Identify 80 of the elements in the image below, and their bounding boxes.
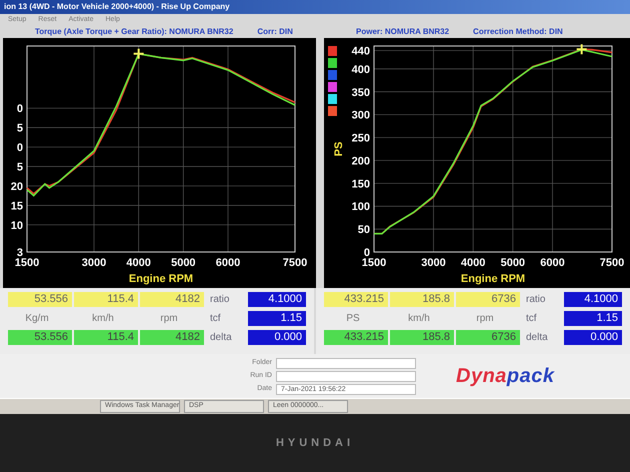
x-tick-label: 5000: [171, 257, 196, 269]
value-readout: 185.8: [390, 330, 454, 345]
parameter-label: tcf: [526, 312, 538, 326]
parameter-value: 1.15: [564, 311, 622, 326]
parameter-value: 4.1000: [248, 292, 306, 307]
chart-header: Power: NOMURA BNR32: [356, 26, 450, 38]
parameter-label: ratio: [526, 293, 546, 307]
y-tick-label: 0: [16, 142, 23, 154]
y-tick-label: 400: [352, 64, 370, 76]
x-tick-label: 4000: [126, 257, 151, 269]
input-field[interactable]: [276, 358, 416, 368]
x-axis-title: Engine RPM: [128, 273, 194, 285]
x-tick-label: 3000: [421, 257, 446, 269]
title-bar: ion 13 (4WD - Motor Vehicle 2000+4000) - Rise Up Company: [0, 0, 630, 14]
brand-logo: Dynapack: [456, 364, 554, 389]
x-tick-label: 6000: [216, 257, 240, 269]
x-tick-label: 5000: [500, 257, 526, 269]
y-tick-label: 10: [10, 220, 23, 232]
parameter-value: 0.000: [564, 330, 622, 345]
parameter-label: delta: [526, 331, 549, 345]
unit-label: km/h: [407, 312, 431, 326]
parameter-label: ratio: [210, 293, 230, 307]
value-readout: 433.215: [324, 330, 388, 345]
y-tick-label: 3: [16, 247, 23, 259]
x-tick-label: 7500: [282, 257, 308, 269]
value-readout: 53.556: [8, 292, 72, 307]
value-readout: 53.556: [8, 330, 72, 345]
y-tick-label: 250: [352, 132, 370, 145]
legend-swatch[interactable]: [328, 106, 337, 116]
value-readout: 433.215: [324, 292, 388, 307]
unit-label: PS: [345, 312, 361, 326]
value-readout: 6736: [456, 292, 520, 307]
y-tick-label: 50: [358, 224, 370, 236]
legend-swatch[interactable]: [328, 46, 337, 56]
value-readout: 115.4: [74, 330, 138, 345]
chart-header: Torque (Axle Torque + Gear Ratio): NOMURA BNR32: [35, 26, 234, 38]
unit-label: rpm: [159, 312, 179, 326]
x-tick-label: 4000: [460, 257, 486, 269]
input-field[interactable]: [276, 370, 416, 382]
y-tick-label: 200: [352, 155, 370, 168]
parameter-value: 1.15: [248, 311, 306, 326]
y-tick-label: 15: [10, 200, 23, 212]
y-tick-label: 0: [364, 247, 370, 259]
legend-swatch[interactable]: [328, 70, 337, 80]
parameter-value: 0.000: [248, 330, 306, 345]
y-tick-label: 350: [352, 86, 370, 99]
legend-swatch[interactable]: [328, 82, 337, 92]
x-tick-label: 1500: [362, 257, 386, 269]
y-tick-label: 20: [10, 180, 23, 193]
y-tick-label: 440: [352, 46, 370, 58]
value-readout: 185.8: [390, 292, 454, 307]
y-tick-label: 5: [16, 162, 23, 174]
x-tick-label: 7500: [600, 257, 624, 269]
parameter-value: 4.1000: [564, 292, 622, 307]
y-tick-label: 300: [352, 110, 370, 122]
unit-label: Kg/m: [24, 312, 50, 326]
parameter-label: tcf: [210, 312, 222, 326]
unit-label: km/h: [91, 312, 115, 326]
legend-swatch[interactable]: [328, 94, 337, 104]
x-tick-label: 1500: [14, 257, 40, 269]
parameter-label: delta: [210, 331, 233, 345]
peak-marker-icon: [132, 48, 145, 60]
y-tick-label: 150: [352, 178, 370, 190]
value-readout: 4182: [140, 330, 204, 345]
correction-label: Corr: DIN: [257, 26, 293, 38]
monitor-brand: HYUNDAI: [276, 436, 354, 451]
x-tick-label: 6000: [540, 257, 565, 269]
unit-label: rpm: [475, 312, 495, 326]
value-readout: 4182: [140, 292, 204, 307]
value-readout: 115.4: [74, 292, 138, 307]
value-readout: 6736: [456, 330, 520, 345]
peak-marker-icon: [576, 43, 588, 56]
y-axis-title: PS: [333, 142, 345, 156]
x-tick-label: 3000: [82, 257, 106, 269]
y-tick-label: 5: [16, 122, 23, 135]
y-tick-label: 0: [16, 103, 23, 116]
correction-label: Correction Method: DIN: [473, 26, 563, 38]
legend-swatch[interactable]: [328, 58, 337, 68]
x-axis-title: Engine RPM: [460, 273, 526, 285]
y-tick-label: 100: [352, 201, 370, 214]
